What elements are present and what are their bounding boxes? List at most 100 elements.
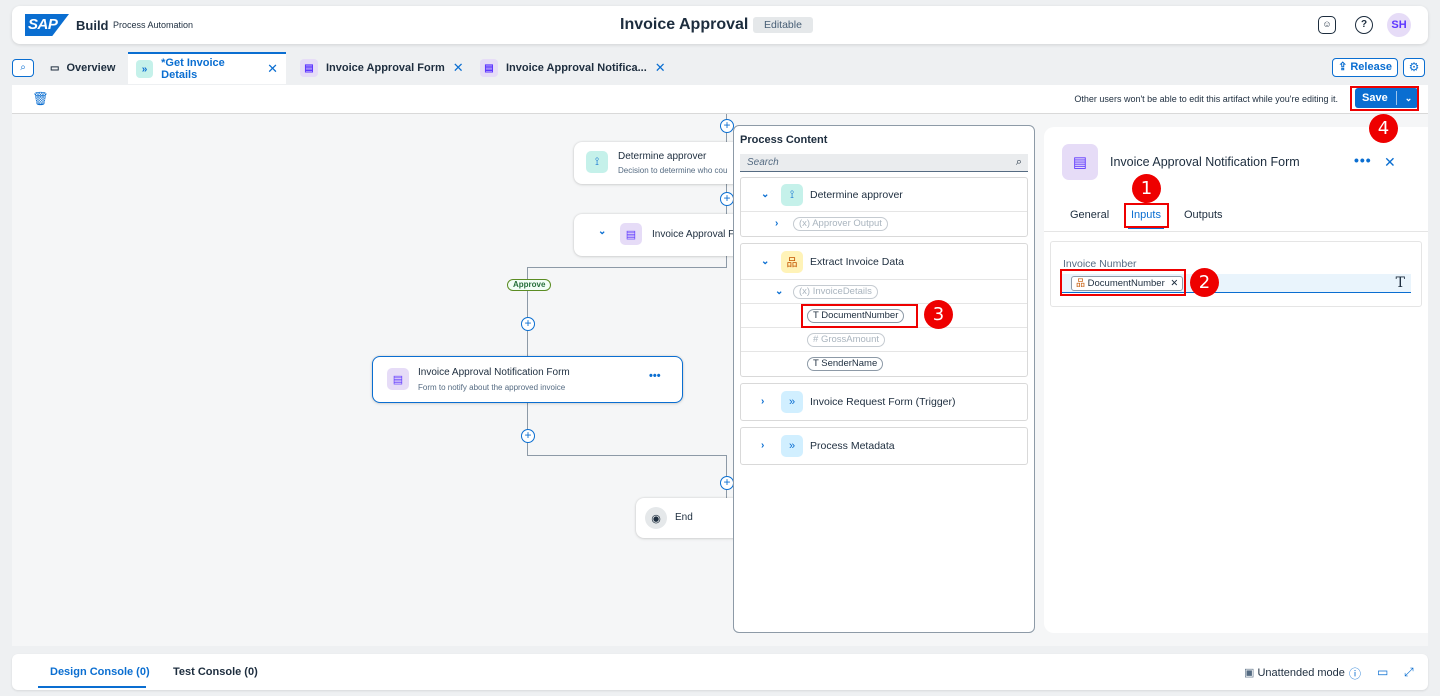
group-label: Process Metadata [810,440,895,452]
folder-icon: ▭ [50,62,60,74]
active-tab-indicator [38,686,146,688]
unattended-mode[interactable]: ▣ Unattended mode [1244,666,1345,679]
subprocess-icon: » [136,60,154,78]
tree-row[interactable]: # GrossAmount [741,328,1027,352]
group-determine-approver: ⌄ ⟟ Determine approver › (x) Approver Ou… [740,177,1028,237]
close-icon[interactable]: ✕ [267,61,278,77]
notification-form-node[interactable]: ▤ Invoice Approval Notification Form For… [372,356,683,403]
decision-icon: ⟟ [586,151,608,173]
tab-general[interactable]: General [1070,209,1109,221]
close-icon[interactable]: ✕ [1384,154,1396,171]
process-content-panel: Process Content Search ⌕ ⌄ ⟟ Determine a… [733,125,1035,633]
tab-design-console[interactable]: Design Console (0) [50,666,150,678]
avatar[interactable]: SH [1387,13,1411,37]
connector [527,267,727,268]
chevron-right-icon[interactable]: › [761,396,764,407]
form-icon: ▤ [1062,144,1098,180]
tab-label: Overview [66,62,116,74]
search-artifacts-button[interactable]: ⌕ [12,59,34,77]
trash-icon[interactable]: 🗑 [32,91,49,107]
product-name: Build [76,18,109,33]
chevron-right-icon[interactable]: › [775,218,778,229]
chevron-right-icon[interactable]: › [761,440,764,451]
field-pill[interactable]: T SenderName [807,357,884,371]
help-icon[interactable]: ? [1355,16,1373,34]
add-step-icon[interactable]: + [720,192,734,206]
more-options-icon[interactable]: ••• [649,370,661,382]
settings-button[interactable]: ⚙ [1403,58,1425,77]
feedback-icon[interactable]: ☺ [1318,16,1336,34]
unattended-label: Unattended mode [1257,667,1345,679]
form-icon: ▤ [480,59,498,77]
tree-row[interactable]: ⌄ (x) InvoiceDetails [741,280,1027,304]
tree-row[interactable]: T SenderName [741,352,1027,376]
highlight-document-number [801,304,918,328]
add-step-icon[interactable]: + [521,317,535,331]
page-title: Invoice Approval [620,16,749,33]
chevron-down-icon[interactable]: ⌄ [761,256,769,267]
highlight-inputs-tab [1124,203,1169,228]
console-bar: Design Console (0) Test Console (0) ▣ Un… [12,654,1428,690]
close-icon[interactable]: ✕ [453,60,464,76]
details-title: Invoice Approval Notification Form [1110,155,1300,169]
group-label: Invoice Request Form (Trigger) [810,396,956,408]
annotation-2: 2 [1190,268,1219,297]
search-input[interactable]: Search ⌕ [740,154,1028,172]
tab-invoice-approval-form[interactable]: ▤ Invoice Approval Form ✕ [292,52,472,84]
form-icon: ▤ [300,59,318,77]
release-label: Release [1350,61,1392,73]
gear-icon: ⚙ [1408,60,1420,74]
field-pill[interactable]: (x) InvoiceDetails [793,285,878,299]
node-title: Determine approver [618,151,707,162]
upload-icon: ⇪ [1338,61,1351,73]
toolbar: 🗑 Other users won't be able to edit this… [12,85,1428,114]
tree-row[interactable]: ⌄ 品 Extract Invoice Data [741,244,1027,280]
group-process-metadata[interactable]: › » Process Metadata [740,427,1028,465]
add-step-icon[interactable]: + [720,476,734,490]
status-badge: Editable [753,17,813,33]
release-button[interactable]: ⇪ Release [1332,58,1398,77]
tab-invoice-approval-notification[interactable]: ▤ Invoice Approval Notifica... ✕ [472,52,674,84]
more-options-icon[interactable]: ••• [1354,152,1372,168]
product-subtitle: Process Automation [113,20,194,30]
artifact-tabs: ⌕ ▭ Overview » *Get Invoice Details ✕ ▤ … [12,52,1428,84]
end-node[interactable]: ◉ End [636,498,746,538]
tree-row[interactable]: ⌄ ⟟ Determine approver [741,178,1027,212]
node-subtitle: Decision to determine who cou [618,166,728,175]
field-pill[interactable]: # GrossAmount [807,333,886,347]
tab-label: Invoice Approval Notifica... [506,62,647,74]
group-invoice-request-form[interactable]: › » Invoice Request Form (Trigger) [740,383,1028,421]
add-step-icon[interactable]: + [521,429,535,443]
form-icon: ▤ [620,223,642,245]
field-pill[interactable]: (x) Approver Output [793,217,888,231]
sap-logo[interactable]: SAP [25,14,69,36]
annotation-4: 4 [1369,114,1398,143]
pill-label: SenderName [821,358,878,369]
chevron-down-icon[interactable]: ⌄ [598,226,606,237]
search-icon[interactable]: ⌕ [1016,156,1022,169]
expand-icon[interactable]: ⤢ [1404,665,1414,680]
approve-branch-label: Approve [507,279,552,291]
tab-get-invoice-details[interactable]: » *Get Invoice Details ✕ [128,52,286,84]
determine-approver-node[interactable]: ⟟ Determine approver Decision to determi… [574,142,744,184]
annotation-3: 3 [924,300,953,329]
tab-test-console[interactable]: Test Console (0) [173,666,258,678]
info-icon[interactable]: ⓘ [1349,665,1361,682]
tab-outputs[interactable]: Outputs [1184,209,1223,221]
add-step-icon[interactable]: + [720,119,734,133]
panel-toggle-icon[interactable]: ▭ [1377,665,1388,679]
chevron-down-icon[interactable]: ⌄ [775,286,783,297]
tab-overview[interactable]: ▭ Overview [42,52,123,84]
text-type-icon[interactable]: T [1396,275,1405,291]
invoice-approval-form-node[interactable]: ⌄ ▤ Invoice Approval Fo [574,214,744,256]
hierarchy-icon: 品 [781,251,803,273]
decision-icon: ⟟ [781,184,803,206]
annotation-1: 1 [1132,174,1161,203]
pill-label: InvoiceDetails [812,286,872,297]
close-icon[interactable]: ✕ [655,60,666,76]
pill-label: GrossAmount [820,334,880,345]
bot-icon: ▣ [1244,667,1258,679]
group-label: Extract Invoice Data [810,256,904,268]
chevron-down-icon[interactable]: ⌄ [761,189,769,200]
tree-row[interactable]: › (x) Approver Output [741,212,1027,236]
